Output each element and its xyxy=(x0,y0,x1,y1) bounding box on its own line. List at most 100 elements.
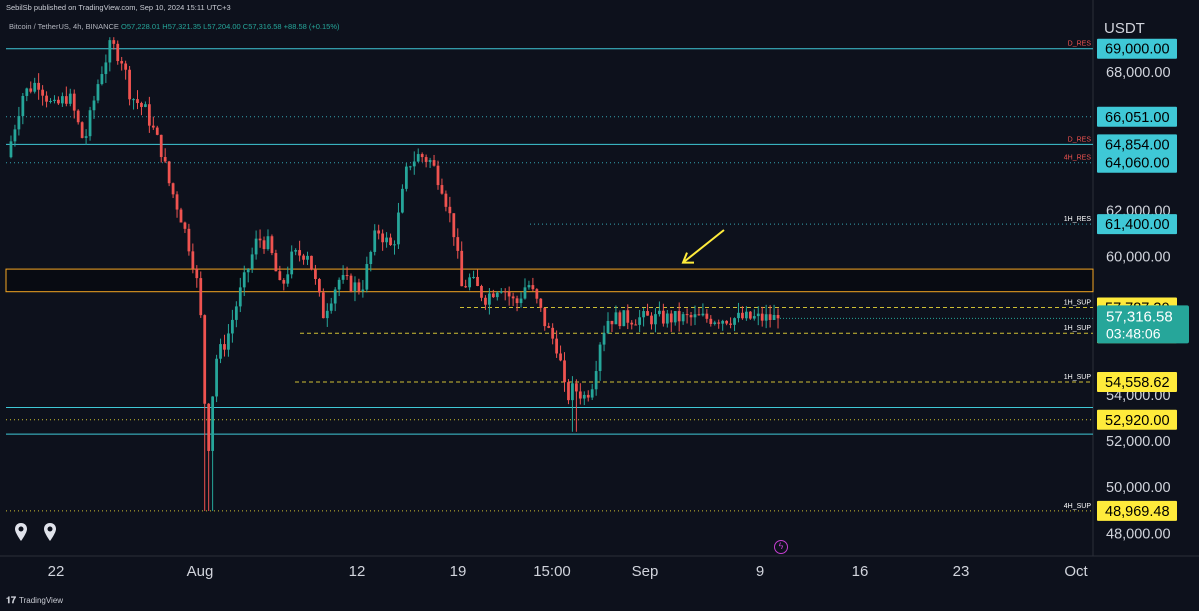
currency-label[interactable]: USDT xyxy=(1104,20,1145,37)
y-tick-label: 48,000.00 xyxy=(1106,526,1171,542)
candle-body xyxy=(274,253,278,272)
candle-body xyxy=(246,268,250,273)
candle-body xyxy=(397,212,400,245)
candle-body xyxy=(329,303,333,311)
candle-body xyxy=(456,237,460,251)
candle-body xyxy=(357,282,361,292)
candle-body xyxy=(49,100,52,102)
level-label: D_RES xyxy=(1068,136,1092,143)
candle-body xyxy=(262,240,266,250)
x-tick-label: 16 xyxy=(852,563,869,580)
candle-body xyxy=(270,236,274,254)
price-badge-label: 69,000.00 xyxy=(1105,42,1170,58)
candle-body xyxy=(610,320,614,325)
candle-body xyxy=(361,289,365,292)
candle-body xyxy=(741,312,744,319)
candle-body xyxy=(729,323,732,325)
candle-body xyxy=(72,93,76,111)
candle-body xyxy=(756,313,760,317)
candle-body xyxy=(713,322,717,324)
candle-body xyxy=(13,129,17,142)
candle-body xyxy=(124,63,128,70)
candle-body xyxy=(424,157,428,162)
location-pin-icon[interactable] xyxy=(14,522,28,542)
candle-body xyxy=(278,271,282,281)
candle-body xyxy=(282,280,286,284)
candle-body xyxy=(460,250,464,287)
candle-body xyxy=(582,394,586,399)
y-tick-label: 60,000.00 xyxy=(1106,249,1171,265)
candle-body xyxy=(41,89,44,96)
candle-body xyxy=(764,314,768,321)
candle-body xyxy=(408,166,412,168)
candle-body xyxy=(104,62,108,75)
price-badge-label: 48,969.48 xyxy=(1105,504,1170,520)
y-tick-label: 68,000.00 xyxy=(1106,65,1171,81)
level-label: 1H_SUP xyxy=(1064,325,1092,332)
footer-brand: TradingView xyxy=(19,596,64,605)
candle-body xyxy=(571,383,574,401)
candle-body xyxy=(634,324,638,326)
candle-body xyxy=(745,311,748,319)
candle-body xyxy=(594,371,598,390)
candle-body xyxy=(693,314,697,318)
candle-body xyxy=(163,157,167,162)
price-badge-label: 61,400.00 xyxy=(1105,217,1170,233)
candle-body xyxy=(503,291,507,293)
candle-body xyxy=(53,99,56,101)
price-badge-label: 64,060.00 xyxy=(1105,156,1170,172)
candle-body xyxy=(733,318,736,325)
candle-body xyxy=(381,233,385,243)
candle-body xyxy=(543,307,547,327)
candle-body xyxy=(590,389,594,398)
candle-body xyxy=(310,255,313,270)
candle-body xyxy=(618,312,622,327)
location-pin-icon[interactable] xyxy=(43,522,57,542)
candle-body xyxy=(314,269,317,280)
candle-body xyxy=(440,185,444,194)
tradingview-footer[interactable]: 𝟏𝟕 TradingView xyxy=(6,595,63,606)
candle-body xyxy=(491,293,495,298)
candle-body xyxy=(337,279,341,290)
candle-body xyxy=(215,358,218,397)
candle-body xyxy=(519,298,523,304)
x-tick-label: 12 xyxy=(349,563,366,580)
candle-body xyxy=(136,99,139,104)
candle-body xyxy=(258,238,262,241)
candle-body xyxy=(377,230,381,234)
candle-body xyxy=(602,333,606,345)
candle-body xyxy=(472,276,475,278)
price-chart[interactable]: D_RES D_RES 4H_RES 1H_RES 1H_SUP 1H_SUP 1H_SUP… xyxy=(0,0,1199,611)
y-tick-label: 52,000.00 xyxy=(1106,434,1171,450)
candle-body xyxy=(464,286,468,288)
candle-body xyxy=(420,154,424,158)
candle-body xyxy=(432,160,436,166)
candle-body xyxy=(614,312,618,325)
candle-body xyxy=(373,230,377,252)
candle-body xyxy=(721,320,725,324)
x-tick-label: Aug xyxy=(187,563,214,580)
candle-body xyxy=(499,291,503,293)
candle-body xyxy=(630,322,634,325)
candle-body xyxy=(385,237,388,243)
candle-body xyxy=(183,222,187,229)
candle-body xyxy=(768,314,772,320)
candle-body xyxy=(353,282,357,292)
level-label: 4H_SUP xyxy=(1064,503,1092,510)
candle-body xyxy=(436,165,440,186)
price-badge-label: 66,051.00 xyxy=(1105,110,1170,126)
candle-body xyxy=(29,88,33,92)
x-tick-label: 9 xyxy=(756,563,764,580)
candle-body xyxy=(681,314,685,322)
candle-body xyxy=(187,228,191,252)
candle-body xyxy=(108,40,112,63)
candle-body xyxy=(488,293,491,305)
candle-body xyxy=(412,161,416,167)
supply-zone[interactable] xyxy=(5,268,1094,293)
candle-body xyxy=(709,318,713,324)
candle-body xyxy=(448,206,452,214)
candle-body xyxy=(598,344,602,372)
candle-body xyxy=(567,382,570,401)
annotation-arrow[interactable] xyxy=(682,229,725,264)
lightning-icon[interactable]: ϟ xyxy=(774,540,788,554)
